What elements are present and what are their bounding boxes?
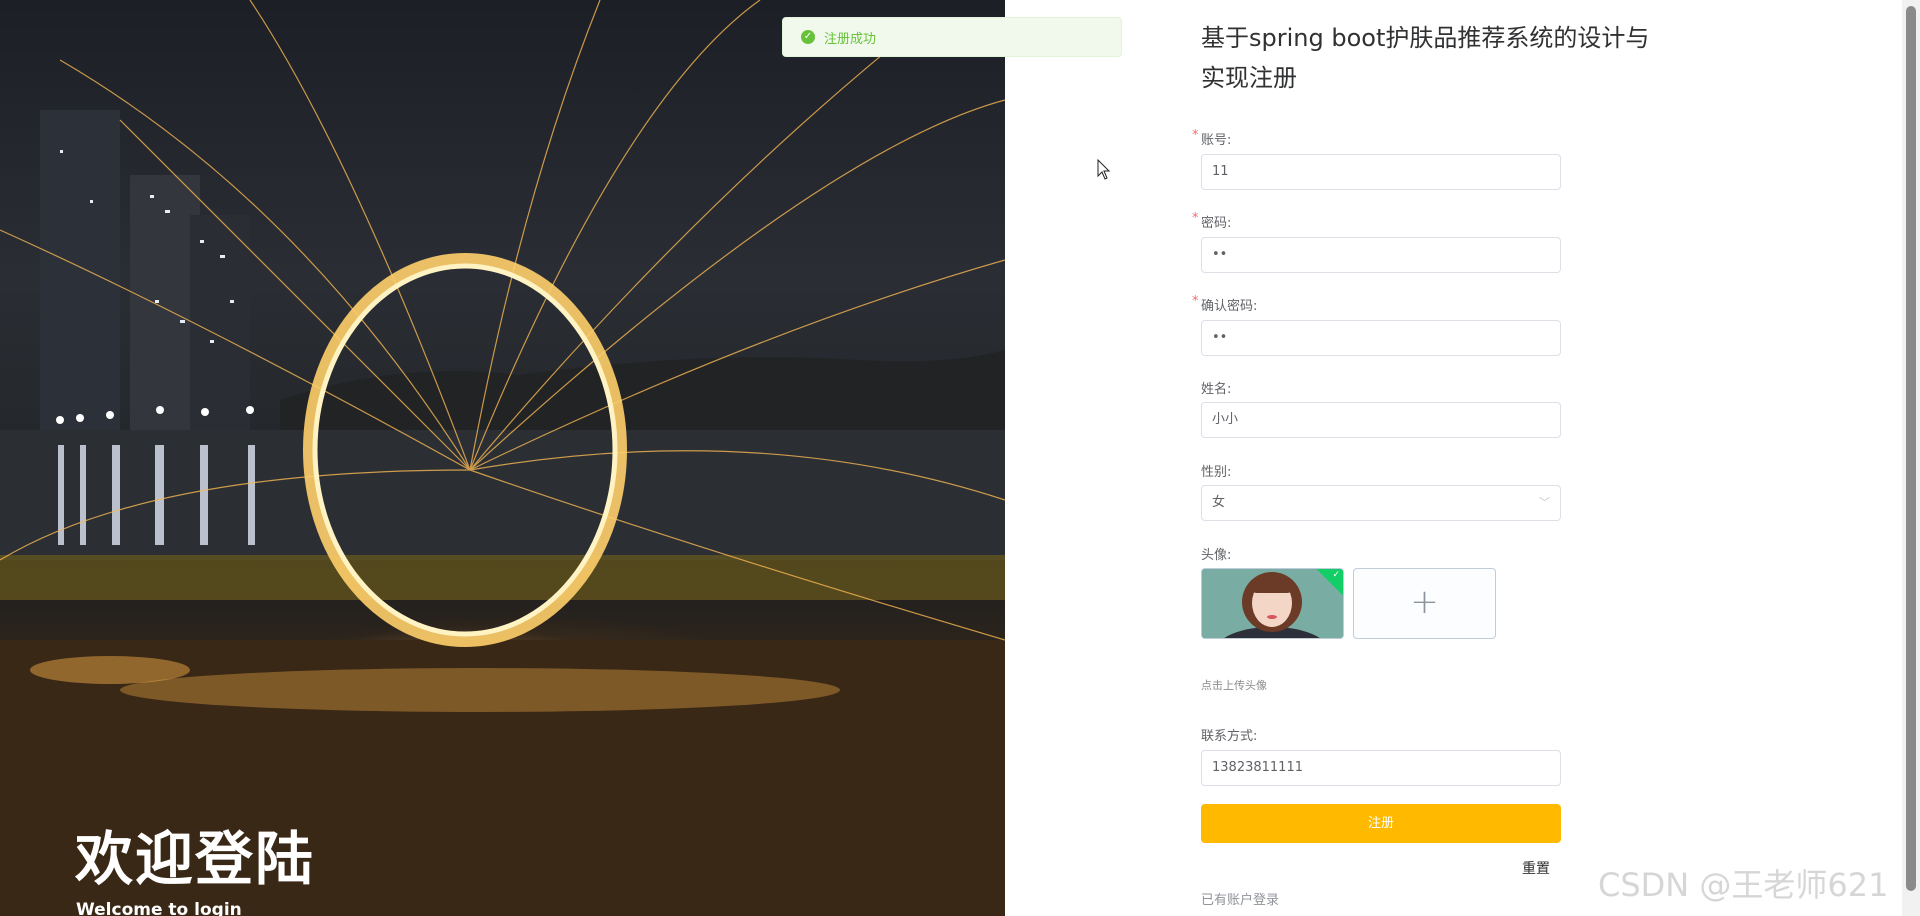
required-mark: * [1192, 211, 1199, 226]
gender-label: 性别: [1201, 465, 1232, 480]
account-label: 账号: [1201, 133, 1232, 148]
avatar-preview[interactable]: ✓ [1201, 568, 1344, 639]
name-label: 姓名: [1201, 382, 1232, 397]
avatar-label: 头像: [1201, 548, 1232, 563]
confirm-password-label: 确认密码: [1201, 299, 1258, 314]
name-input[interactable]: 小小 [1201, 402, 1561, 438]
hero-title: 欢迎登陆 [75, 825, 316, 893]
check-circle-icon: ✓ [801, 30, 815, 44]
success-toast: ✓ 注册成功 [782, 17, 1122, 57]
gender-value: 女 [1212, 495, 1226, 510]
hero-subtitle: Welcome to login [76, 900, 242, 916]
register-button[interactable]: 注册 [1201, 804, 1561, 843]
hero-background-illustration [0, 0, 1005, 916]
plus-icon: + [1410, 582, 1439, 622]
reset-button[interactable]: 重置 [1522, 858, 1550, 878]
mouse-cursor-icon [1097, 159, 1111, 180]
contact-input[interactable]: 13823811111 [1201, 750, 1561, 786]
password-label: 密码: [1201, 216, 1232, 231]
chevron-down-icon: ﹀ [1539, 496, 1550, 509]
check-icon: ✓ [1332, 570, 1340, 580]
account-input[interactable]: 11 [1201, 154, 1561, 190]
confirm-password-input[interactable]: •• [1201, 320, 1561, 356]
contact-label: 联系方式: [1201, 729, 1258, 744]
required-mark: * [1192, 294, 1199, 309]
scrollbar-thumb[interactable] [1906, 6, 1916, 891]
avatar-upload-hint: 点击上传头像 [1201, 679, 1267, 692]
watermark: CSDN @王老师621 [1598, 866, 1889, 904]
avatar-upload-button[interactable]: + [1353, 568, 1496, 639]
avatar-portrait [1202, 569, 1343, 638]
toast-message: 注册成功 [824, 31, 877, 47]
login-link[interactable]: 已有账户登录 [1201, 889, 1279, 908]
page-title: 基于spring boot护肤品推荐系统的设计与实现注册 [1201, 24, 1650, 92]
hero-image: 欢迎登陆 Welcome to login [0, 0, 1005, 916]
required-mark: * [1192, 128, 1199, 143]
password-input[interactable]: •• [1201, 237, 1561, 273]
gender-select[interactable]: 女 ﹀ [1201, 485, 1561, 521]
